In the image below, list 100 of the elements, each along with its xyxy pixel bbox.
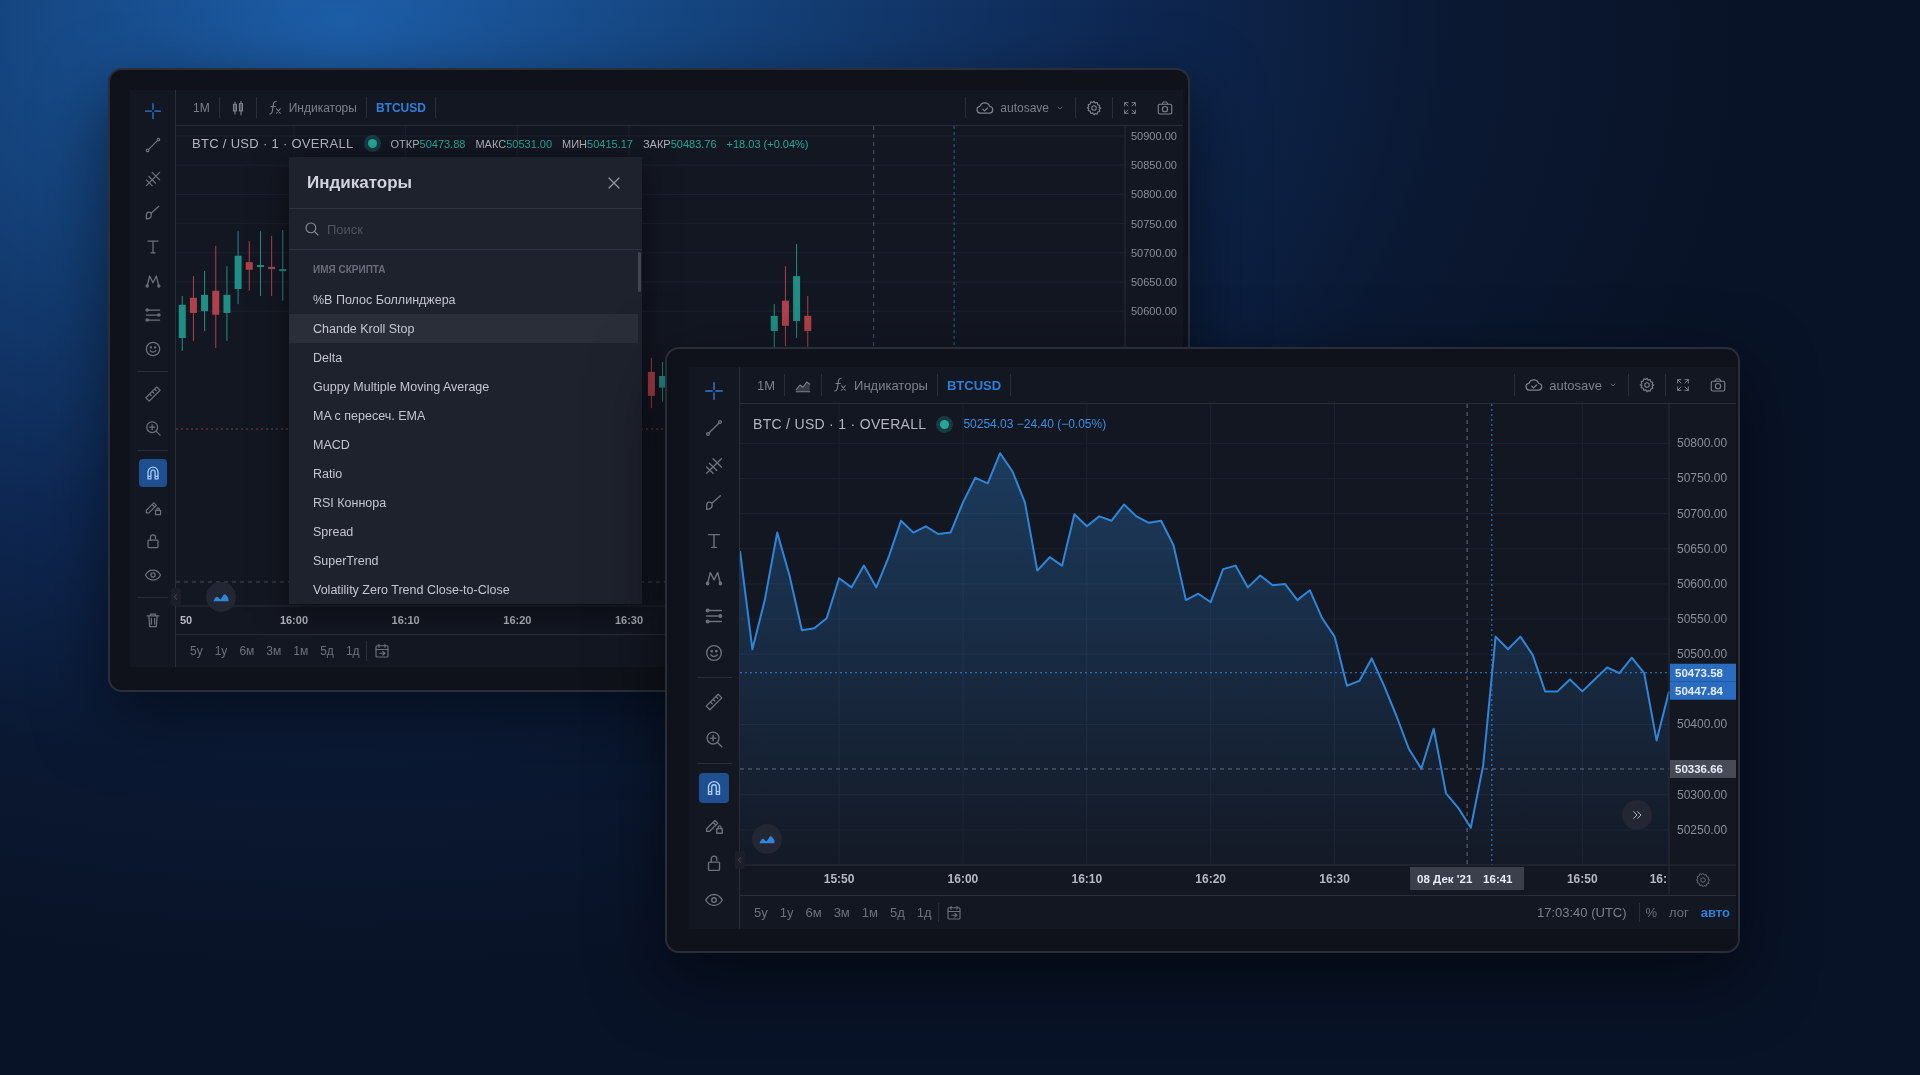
interval-button[interactable]: 1M [748,367,785,403]
time-label: 16:10 [1071,872,1103,886]
indicator-item[interactable]: Spread [289,517,642,546]
price-label: 50750.00 [1131,217,1177,230]
camera-icon [1156,98,1174,117]
candle [770,303,778,349]
fullscreen-icon [1122,99,1138,116]
quote-value: МИН50415.17 [562,137,633,150]
quote-value: +18.03 (+0.04%) [726,137,809,150]
crosshair-time-tag: 08 Дек '21 16:41 [1410,867,1525,890]
crosshair-icon [142,101,163,121]
range-button[interactable]: 1y [773,896,800,929]
indicator-item[interactable]: Volatility Zero Trend Close-to-Close [289,575,642,604]
autosave-button[interactable]: autosave [966,90,1075,125]
time-label: 16:20 [503,614,532,626]
indicator-item[interactable]: Guppy Multiple Moving Average [289,372,642,401]
indicators-button[interactable]: Индикаторы [256,90,366,125]
range-button[interactable]: 1д [339,635,366,667]
clock-text: 17:03:40 (UTC) [1535,905,1628,920]
time-label: 16:20 [1195,872,1227,886]
symbol-title: BTC / USD · 1 · OVERALL [753,416,927,432]
indicator-item[interactable]: RSI Коннора [289,488,642,517]
price-tag: 50473.58 [1670,663,1736,682]
price-label: 50300.00 [1677,787,1728,802]
range-button[interactable]: 1м [855,896,884,929]
indicator-item[interactable]: Delta [289,343,642,372]
candle [201,270,209,332]
quote-value: ЗАКР50483.76 [642,137,717,150]
range-button[interactable]: 5y [748,896,774,929]
time-label: 16:00 [947,872,979,886]
time-label: 16: [1649,872,1667,886]
symbol-button[interactable]: BTCUSD [937,367,1011,403]
range-button[interactable]: 5д [884,896,911,929]
settings-icon[interactable] [1695,872,1711,888]
autosave-button[interactable]: autosave [1515,367,1628,403]
candle [804,295,812,348]
scale-option[interactable]: % [1639,896,1664,929]
price-label: 50650.00 [1677,541,1728,556]
time-label: 15:50 [823,872,855,886]
price-label: 50900.00 [1131,130,1177,142]
indicator-item[interactable]: SuperTrend [289,546,642,575]
range-button[interactable]: 1м [287,635,315,667]
price-label: 50400.00 [1677,717,1728,732]
fullscreen-icon [1675,377,1691,393]
range-button[interactable]: 6м [799,896,828,929]
quote-value: МАКС50531.00 [475,137,553,150]
magnet-icon [138,459,167,487]
indicator-item[interactable]: MA с пересеч. EMA [289,401,642,430]
time-label: 50 [180,614,193,626]
camera-icon [1709,376,1727,394]
candle [245,240,253,292]
settings-icon [1638,376,1656,394]
time-label: 16:30 [615,614,644,626]
floating-button[interactable] [206,582,236,612]
indicators-button[interactable]: Индикаторы [822,367,937,403]
scale-option[interactable]: авто [1694,896,1736,929]
range-button[interactable]: 3м [827,896,856,929]
symbol-title: BTC / USD · 1 · OVERALL [192,136,354,151]
list-heading: ИМЯ СКРИПТА [313,264,386,275]
quote-value: 50254.03 −24.40 (−0.05%) [963,417,1107,431]
candle [178,295,186,352]
indicator-item[interactable]: Ratio [289,459,642,488]
price-label: 50600.00 [1677,576,1728,591]
settings-icon [1085,98,1103,117]
interval-button[interactable]: 1M [184,90,219,125]
scale-option[interactable]: лог [1663,896,1695,929]
range-button[interactable]: 1д [910,896,938,929]
price-label: 50700.00 [1131,246,1177,259]
time-label: 16:00 [279,614,309,626]
price-label: 50800.00 [1677,436,1728,451]
price-label: 50650.00 [1131,276,1177,288]
price-label: 50700.00 [1677,506,1728,521]
search-icon [303,220,321,238]
indicator-item[interactable]: Chande Kroll Stop [289,314,638,343]
price-label: 50850.00 [1131,159,1177,172]
candle [268,235,276,297]
indicator-item[interactable]: MACD [289,430,642,459]
time-label: 16:50 [1566,872,1598,886]
scrollbar-thumb[interactable] [638,252,641,292]
candle [647,357,655,409]
crosshair-price-tag: 50336.66 [1670,759,1736,778]
candle [256,230,264,297]
range-button[interactable]: 5д [314,635,340,667]
range-button[interactable]: 1y [208,635,234,667]
price-label: 50500.00 [1677,647,1728,662]
crosshair-icon [703,379,725,402]
price-label: 50250.00 [1677,822,1728,837]
dialog-title: Индикаторы [307,172,413,193]
price-label: 50750.00 [1677,471,1728,486]
price-label: 50550.00 [1677,612,1728,627]
range-button[interactable]: 5y [184,635,209,667]
indicator-item[interactable]: %B Полос Боллинджера [289,285,642,314]
range-button[interactable]: 3м [260,635,288,667]
candle [189,275,197,342]
quote-value: ОТКР50473.88 [390,137,466,150]
price-label: 50800.00 [1131,188,1177,201]
range-button[interactable]: 6м [233,635,261,667]
time-label: 16:30 [1319,872,1350,886]
symbol-button[interactable]: BTCUSD [366,90,435,125]
candle [659,361,667,403]
